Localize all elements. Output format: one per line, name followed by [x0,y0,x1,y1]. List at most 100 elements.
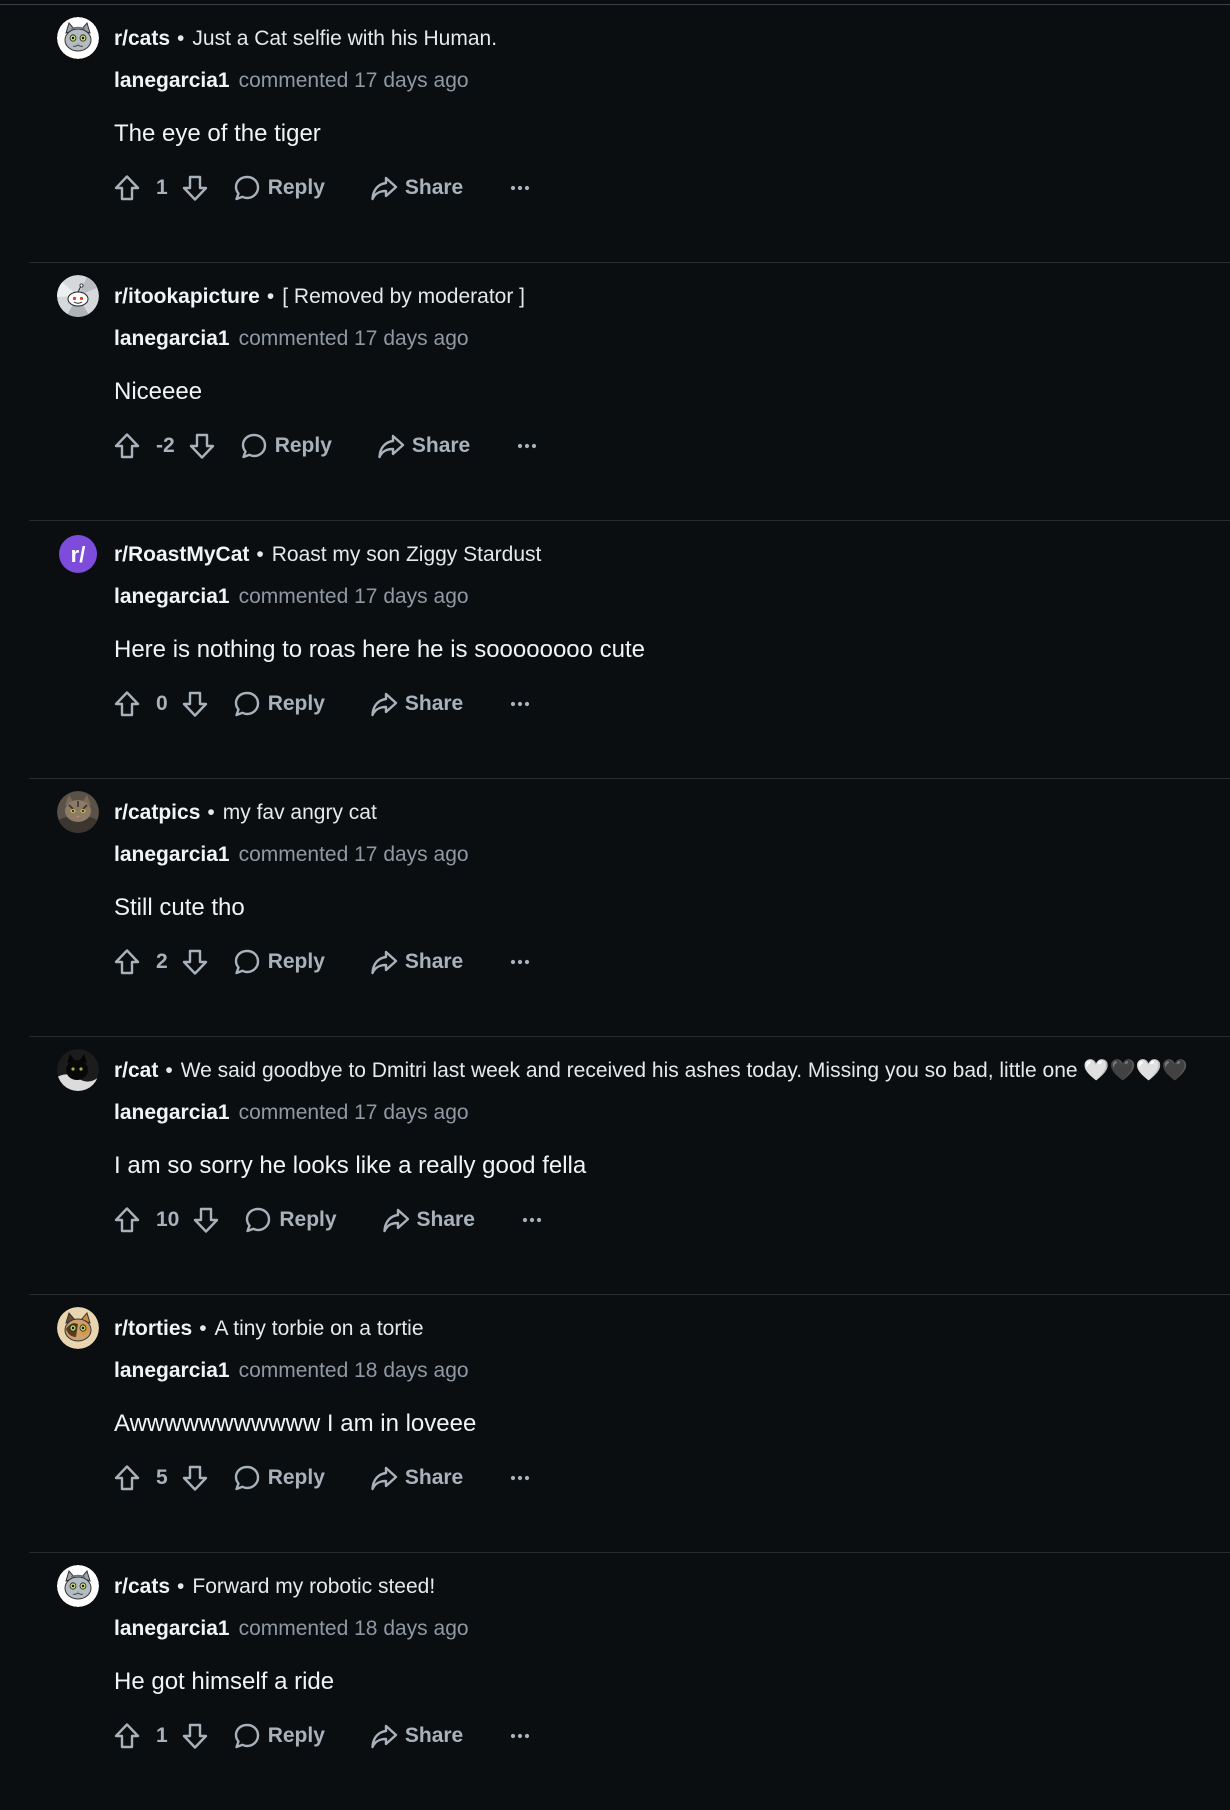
ellipsis-icon [509,700,531,708]
reply-button[interactable]: Reply [243,1205,337,1235]
upvote-icon[interactable] [112,173,142,203]
downvote-icon[interactable] [180,689,210,719]
subreddit-avatar[interactable] [57,1565,99,1607]
share-button[interactable]: Share [369,1463,463,1493]
comment-text: Awwwwwwwwwww I am in loveee [114,1410,477,1437]
more-options-button[interactable] [509,700,531,708]
username-link[interactable]: lanegarcia1 [114,69,230,92]
share-button[interactable]: Share [376,431,470,461]
subreddit-avatar[interactable] [57,791,99,833]
share-button[interactable]: Share [369,173,463,203]
more-options-button[interactable] [509,958,531,966]
username-link[interactable]: lanegarcia1 [114,1101,230,1124]
comment-text: Niceeee [114,378,203,405]
comment-meta: lanegarcia1 commented 18 days ago [114,1358,469,1384]
comment-text: Here is nothing to roas here he is soooo… [114,636,646,663]
more-options-button[interactable] [521,1216,543,1224]
black-cat-avatar-icon [57,1049,99,1091]
reply-icon [243,1205,279,1235]
post-title-link[interactable]: Just a Cat selfie with his Human. [192,27,497,50]
subreddit-link[interactable]: r/cat [114,1059,158,1082]
downvote-icon[interactable] [191,1205,221,1235]
comment-timestamp: commented 18 days ago [238,1617,469,1640]
tabby-photo-avatar-icon [57,791,99,833]
username-link[interactable]: lanegarcia1 [114,1617,230,1640]
upvote-icon[interactable] [112,947,142,977]
comment-meta: lanegarcia1 commented 17 days ago [114,584,469,610]
upvote-icon[interactable] [112,689,142,719]
ellipsis-icon [509,958,531,966]
vote-score: 0 [156,692,168,715]
share-button[interactable]: Share [369,947,463,977]
subreddit-avatar[interactable] [57,275,99,317]
share-icon [381,1205,417,1235]
more-options-button[interactable] [516,442,538,450]
separator-dot: • [266,285,275,308]
downvote-icon[interactable] [180,1463,210,1493]
post-title-link[interactable]: We said goodbye to Dmitri last week and … [181,1059,1188,1082]
comment-text: He got himself a ride [114,1668,335,1695]
downvote-icon[interactable] [180,947,210,977]
comment-feed: r/cats • Just a Cat selfie with his Human.… [29,5,1230,1810]
username-link[interactable]: lanegarcia1 [114,327,230,350]
default-subreddit-avatar-icon: r/ [59,535,97,573]
subreddit-avatar[interactable]: r/ [57,533,99,575]
reply-icon [232,1463,268,1493]
comment-actions: 5 Reply Share [112,1461,531,1495]
comment-timestamp: commented 17 days ago [238,1101,469,1124]
post-title-link[interactable]: Forward my robotic steed! [192,1575,435,1598]
post-title-link[interactable]: my fav angry cat [223,801,377,824]
downvote-icon[interactable] [187,431,217,461]
reply-button[interactable]: Reply [232,1721,325,1751]
reply-button[interactable]: Reply [232,173,325,203]
subreddit-avatar[interactable] [57,17,99,59]
comment-header: r/cat • We said goodbye to Dmitri last wee… [114,1058,1188,1084]
share-label: Share [404,950,464,973]
upvote-icon[interactable] [112,1721,142,1751]
username-link[interactable]: lanegarcia1 [114,585,230,608]
more-options-button[interactable] [509,184,531,192]
comment-card: r/catpics • my fav angry cat lanegarcia1 co… [29,779,1230,1037]
post-title-link[interactable]: Roast my son Ziggy Stardust [272,543,542,566]
reply-label: Reply [267,1466,325,1489]
post-title-link[interactable]: [ Removed by moderator ] [282,285,525,308]
vote-group: 2 [112,947,210,977]
share-button[interactable]: Share [381,1205,475,1235]
username-link[interactable]: lanegarcia1 [114,1359,230,1382]
separator-dot: • [177,27,185,50]
more-options-button[interactable] [509,1474,531,1482]
downvote-icon[interactable] [180,173,210,203]
vote-group: -2 [112,431,217,461]
reply-button[interactable]: Reply [232,947,325,977]
post-title-link[interactable]: A tiny torbie on a tortie [215,1317,424,1340]
subreddit-link[interactable]: r/cats [114,27,170,50]
comment-actions: 0 Reply Share [112,687,531,721]
vote-group: 5 [112,1463,210,1493]
comment-timestamp: commented 17 days ago [238,69,469,92]
reply-button[interactable]: Reply [232,1463,325,1493]
vote-score: -2 [156,434,175,457]
subreddit-link[interactable]: r/torties [114,1317,192,1340]
share-label: Share [404,176,464,199]
subreddit-link[interactable]: r/catpics [114,801,200,824]
downvote-icon[interactable] [180,1721,210,1751]
subreddit-avatar[interactable] [57,1049,99,1091]
reply-button[interactable]: Reply [239,431,332,461]
upvote-icon[interactable] [112,431,142,461]
vote-score: 1 [156,1724,168,1747]
share-label: Share [416,1208,475,1231]
more-options-button[interactable] [509,1732,531,1740]
reply-icon [232,689,268,719]
upvote-icon[interactable] [112,1463,142,1493]
reply-button[interactable]: Reply [232,689,325,719]
username-link[interactable]: lanegarcia1 [114,843,230,866]
share-button[interactable]: Share [369,689,463,719]
subreddit-link[interactable]: r/RoastMyCat [114,543,249,566]
subreddit-avatar[interactable] [57,1307,99,1349]
subreddit-link[interactable]: r/cats [114,1575,170,1598]
share-button[interactable]: Share [369,1721,463,1751]
snoo-camera-avatar-icon [57,275,99,317]
upvote-icon[interactable] [112,1205,142,1235]
subreddit-link[interactable]: r/itookapicture [114,285,260,308]
comment-text: The eye of the tiger [114,120,321,147]
